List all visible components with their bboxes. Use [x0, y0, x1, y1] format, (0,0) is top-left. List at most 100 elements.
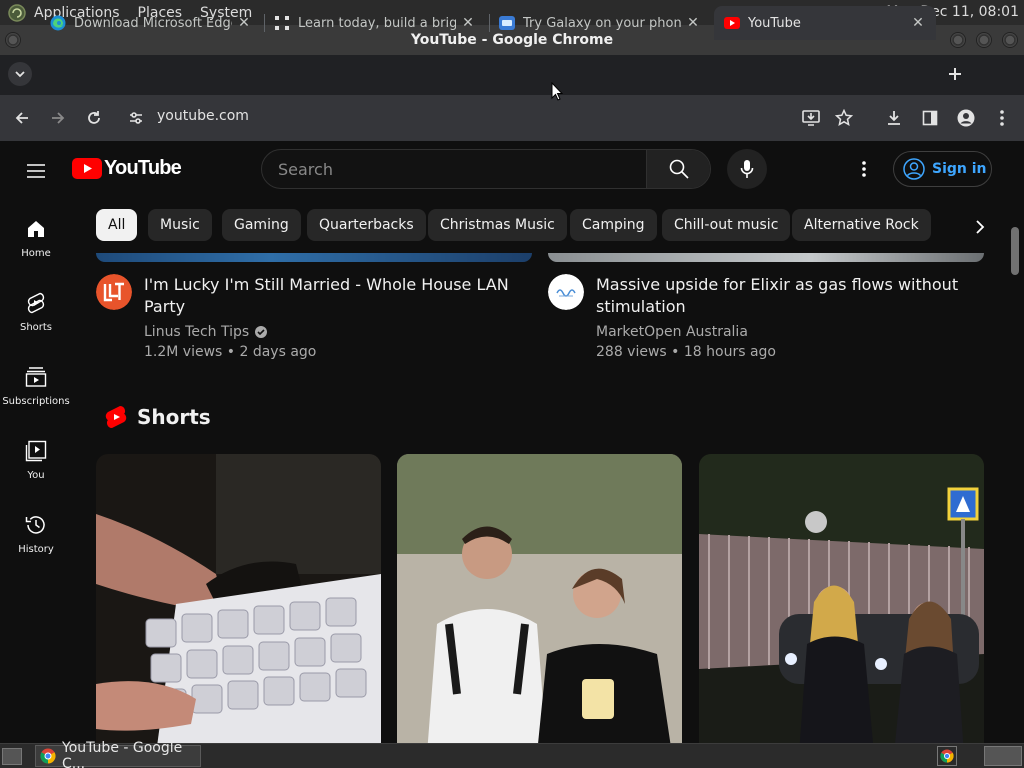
sidebar-item-history[interactable]: History	[0, 497, 72, 571]
youtube-logo[interactable]: YouTube	[72, 157, 182, 180]
settings-menu-button[interactable]	[852, 157, 876, 181]
video-item[interactable]: Massive upside for Elixir as gas flows w…	[548, 274, 984, 374]
edge-icon	[50, 15, 66, 31]
video-item[interactable]: I'm Lucky I'm Still Married - Whole Hous…	[96, 274, 532, 374]
video-meta: 1.2M views • 2 days ago	[144, 344, 317, 360]
taskbar-window-label: YouTube - Google C...	[62, 740, 183, 768]
sidebar-item-home[interactable]: Home	[0, 201, 72, 275]
arrow-left-icon	[15, 112, 28, 124]
video-thumbnail[interactable]	[96, 253, 532, 262]
channel-name[interactable]: Linus Tech Tips	[144, 324, 268, 340]
tab-try-galaxy[interactable]: Try Galaxy on your phone. ✕	[489, 6, 711, 40]
sidebar-item-subscriptions[interactable]: Subscriptions	[0, 349, 72, 423]
sidebar-item-label: History	[18, 544, 54, 555]
install-app-button[interactable]	[798, 105, 824, 131]
video-title[interactable]: Massive upside for Elixir as gas flows w…	[596, 274, 976, 318]
video-title[interactable]: I'm Lucky I'm Still Married - Whole Hous…	[144, 274, 524, 318]
chip-all[interactable]: All	[96, 209, 138, 241]
arrow-right-icon	[52, 112, 65, 124]
sidebar-item-label: You	[27, 470, 45, 481]
close-icon[interactable]: ✕	[456, 11, 480, 35]
window-menu-button[interactable]	[5, 32, 21, 48]
chip-camping[interactable]: Camping	[570, 209, 657, 241]
side-panel-icon	[922, 110, 938, 126]
chip-christmas-music[interactable]: Christmas Music	[428, 209, 567, 241]
tab-label: Learn today, build a brighter tomorrow	[298, 15, 456, 31]
sidebar-item-you[interactable]: You	[0, 423, 72, 497]
chrome-icon	[40, 748, 56, 764]
profile-icon	[957, 109, 975, 127]
tab-download-edge[interactable]: Download Microsoft Edge ✕	[40, 6, 262, 40]
youtube-play-icon	[72, 158, 102, 179]
hamburger-menu-button[interactable]	[24, 159, 48, 183]
new-tab-button[interactable]	[943, 62, 967, 86]
shorts-shelf-header: Shorts	[105, 405, 211, 429]
youtube-page: YouTube Sign in Home	[0, 141, 1024, 743]
workspace-switcher[interactable]	[984, 746, 1022, 766]
back-button[interactable]	[9, 105, 35, 131]
page-scrollbar-thumb[interactable]	[1011, 227, 1019, 275]
account-circle-icon	[903, 158, 925, 180]
chip-gaming[interactable]: Gaming	[222, 209, 301, 241]
microphone-icon	[740, 160, 754, 178]
tab-youtube[interactable]: YouTube ✕	[714, 6, 936, 40]
chip-alternative-rock[interactable]: Alternative Rock	[792, 209, 931, 241]
sidebar-item-shorts[interactable]: Shorts	[0, 275, 72, 349]
channel-avatar[interactable]	[548, 274, 584, 310]
downloads-button[interactable]	[881, 105, 907, 131]
tab-learn-today[interactable]: Learn today, build a brighter tomorrow ✕	[264, 6, 486, 40]
short-thumbnail-keyboard[interactable]	[96, 454, 381, 743]
channel-name[interactable]: MarketOpen Australia	[596, 324, 748, 340]
distro-logo-icon[interactable]	[7, 3, 27, 23]
kebab-icon	[862, 161, 866, 177]
subscriptions-icon	[24, 365, 48, 389]
close-icon[interactable]: ✕	[906, 11, 930, 35]
search-button[interactable]	[646, 150, 710, 188]
search-icon	[669, 159, 689, 179]
chip-music[interactable]: Music	[148, 209, 212, 241]
history-icon	[24, 513, 48, 537]
channel-avatar[interactable]	[96, 274, 132, 310]
sign-in-button[interactable]: Sign in	[893, 151, 992, 187]
youtube-wordmark: YouTube	[104, 157, 182, 179]
sidebar-item-label: Subscriptions	[2, 396, 70, 407]
shorts-icon	[24, 291, 48, 315]
sidebar-item-label: Shorts	[19, 322, 53, 333]
chip-quarterbacks[interactable]: Quarterbacks	[307, 209, 426, 241]
reload-button[interactable]	[81, 105, 107, 131]
profile-button[interactable]	[953, 105, 979, 131]
forward-button[interactable]	[45, 105, 71, 131]
chip-chill-out-music[interactable]: Chill-out music	[662, 209, 791, 241]
side-panel-button[interactable]	[917, 105, 943, 131]
kebab-icon	[1000, 110, 1004, 126]
mouse-cursor-icon	[551, 82, 563, 101]
tab-label: YouTube	[748, 15, 801, 31]
tab-search-button[interactable]	[8, 62, 32, 86]
close-icon[interactable]: ✕	[232, 11, 256, 35]
close-icon[interactable]: ✕	[681, 11, 705, 35]
search-input[interactable]	[262, 150, 648, 188]
video-thumbnail[interactable]	[548, 253, 984, 262]
chrome-menu-button[interactable]	[989, 105, 1015, 131]
shorts-logo-icon	[105, 406, 127, 428]
bookmark-star-button[interactable]	[831, 105, 857, 131]
minimize-button[interactable]	[950, 32, 966, 48]
tab-strip	[0, 55, 1024, 95]
short-thumbnail-night-street[interactable]	[699, 454, 984, 743]
site-info-button[interactable]	[123, 105, 149, 131]
maximize-button[interactable]	[976, 32, 992, 48]
sign-in-label: Sign in	[932, 161, 987, 177]
short-thumbnail-people-street[interactable]	[397, 454, 682, 743]
address-bar[interactable]: youtube.com	[157, 108, 249, 124]
galaxy-icon	[499, 15, 515, 31]
chips-next-button[interactable]	[966, 213, 994, 241]
show-desktop-button[interactable]	[2, 748, 22, 765]
taskbar-window-chrome[interactable]: YouTube - Google C...	[35, 740, 201, 768]
tab-label: Try Galaxy on your phone.	[523, 15, 681, 31]
voice-search-button[interactable]	[727, 149, 767, 189]
tune-icon	[130, 112, 142, 124]
tray-chrome-icon[interactable]	[937, 746, 957, 766]
sidebar-item-label: Home	[21, 248, 51, 259]
close-window-button[interactable]	[1002, 32, 1018, 48]
plus-icon	[949, 68, 961, 80]
